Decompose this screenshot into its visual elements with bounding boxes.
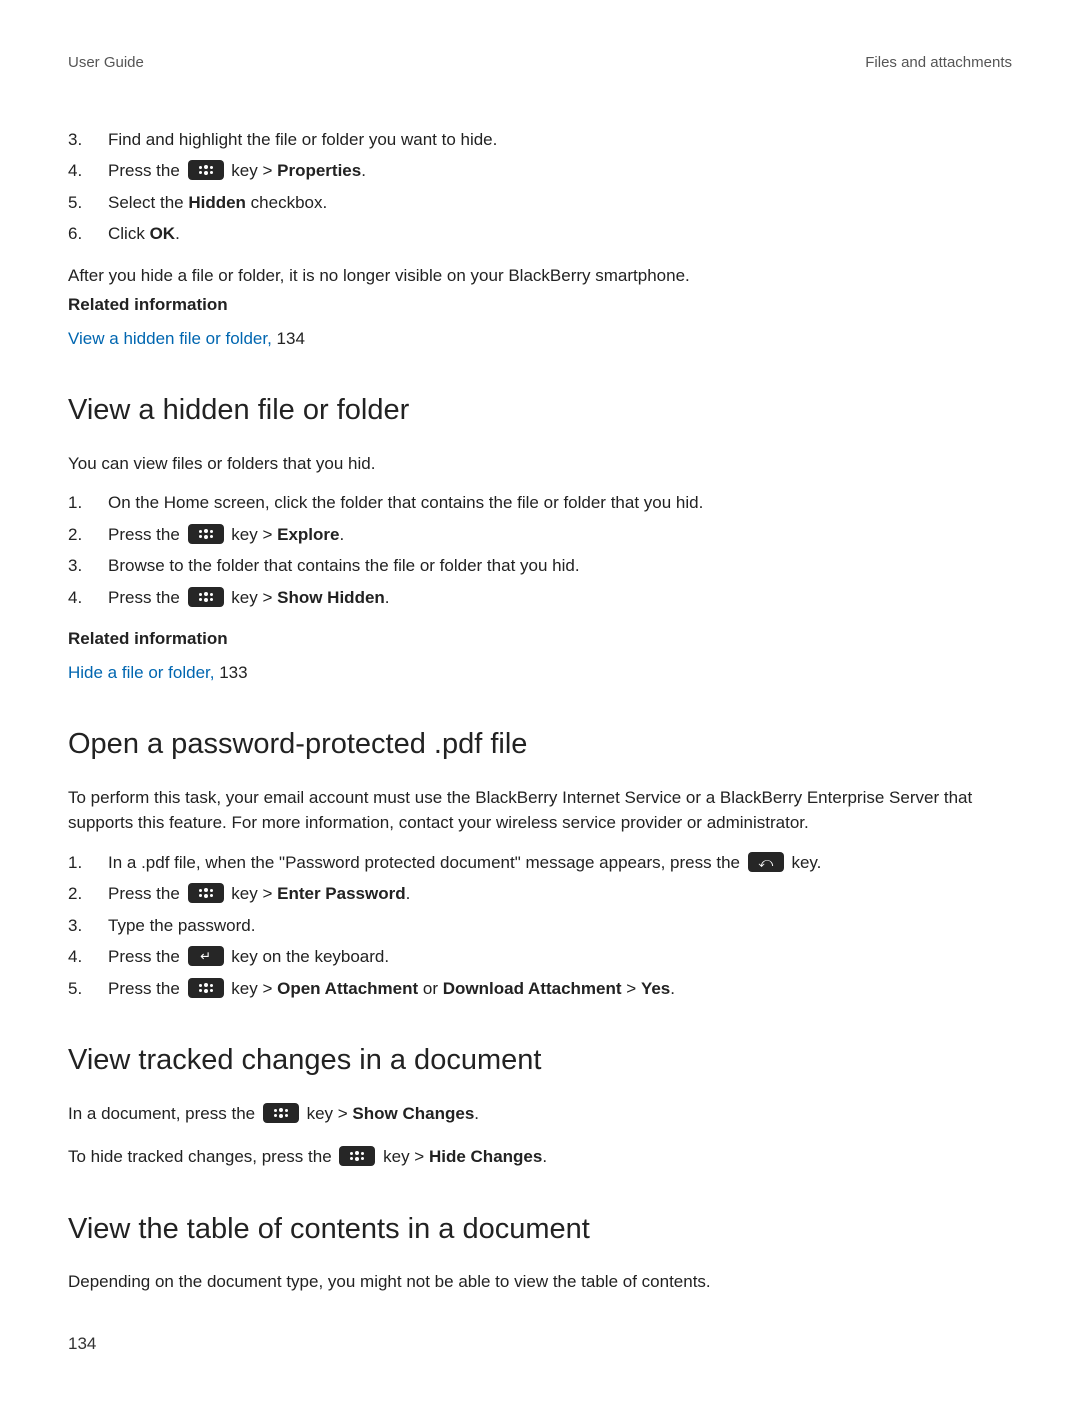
step-text: . xyxy=(361,161,366,180)
link-page-ref: 134 xyxy=(277,329,305,348)
related-info-label: Related information xyxy=(68,292,1012,318)
step-text: checkbox. xyxy=(246,193,327,212)
related-link-line: View a hidden file or folder, 134 xyxy=(68,326,1012,352)
step-bold: Download Attachment xyxy=(443,979,622,998)
enter-key-icon: ↵ xyxy=(188,946,224,966)
open-pdf-steps: In a .pdf file, when the "Password prote… xyxy=(68,850,1012,1002)
step-text: Click xyxy=(108,224,150,243)
section-title-toc: View the table of contents in a document xyxy=(68,1208,1012,1252)
toc-intro: Depending on the document type, you migh… xyxy=(68,1269,1012,1295)
menu-key-icon xyxy=(339,1146,375,1166)
step-bold: Show Changes xyxy=(352,1104,474,1123)
step-text: key > xyxy=(231,161,277,180)
hide-after-note: After you hide a file or folder, it is n… xyxy=(68,263,1012,289)
step-text: key > xyxy=(307,1104,353,1123)
link-page-ref: 133 xyxy=(219,663,247,682)
view-hidden-intro: You can view files or folders that you h… xyxy=(68,451,1012,477)
step-text: Press the xyxy=(108,161,185,180)
list-item: Select the Hidden checkbox. xyxy=(68,190,1012,216)
step-text: . xyxy=(385,588,390,607)
header-right: Files and attachments xyxy=(865,52,1012,75)
menu-key-icon xyxy=(263,1103,299,1123)
list-item: Press the key > Explore. xyxy=(68,522,1012,548)
step-text: To hide tracked changes, press the xyxy=(68,1147,336,1166)
step-text: key > xyxy=(231,588,277,607)
list-item: Type the password. xyxy=(68,913,1012,939)
escape-key-icon: ⤺ xyxy=(748,852,784,872)
tracked-line-2: To hide tracked changes, press the key >… xyxy=(68,1144,1012,1170)
tracked-line-1: In a document, press the key > Show Chan… xyxy=(68,1101,1012,1127)
step-text: Press the xyxy=(108,884,185,903)
section-title-view-hidden: View a hidden file or folder xyxy=(68,389,1012,433)
menu-key-icon xyxy=(188,883,224,903)
step-text: . xyxy=(474,1104,479,1123)
step-bold: Enter Password xyxy=(277,884,406,903)
step-bold: Hidden xyxy=(188,193,246,212)
step-text: . xyxy=(175,224,180,243)
step-text: key > xyxy=(231,979,277,998)
hide-steps-list: Find and highlight the file or folder yo… xyxy=(68,127,1012,247)
menu-key-icon xyxy=(188,524,224,544)
list-item: Find and highlight the file or folder yo… xyxy=(68,127,1012,153)
step-text: . xyxy=(339,525,344,544)
section-title-open-pdf: Open a password-protected .pdf file xyxy=(68,723,1012,767)
view-hidden-link[interactable]: View a hidden file or folder, xyxy=(68,329,277,348)
step-text: key > xyxy=(383,1147,429,1166)
step-text: Press the xyxy=(108,525,185,544)
related-link-line: Hide a file or folder, 133 xyxy=(68,660,1012,686)
step-bold: Explore xyxy=(277,525,339,544)
list-item: Press the key > Show Hidden. xyxy=(68,585,1012,611)
step-bold: Open Attachment xyxy=(277,979,418,998)
step-text: key on the keyboard. xyxy=(231,947,389,966)
hide-file-link[interactable]: Hide a file or folder, xyxy=(68,663,219,682)
step-text: key. xyxy=(791,853,821,872)
step-bold: OK xyxy=(150,224,176,243)
step-bold: Yes xyxy=(641,979,670,998)
list-item: In a .pdf file, when the "Password prote… xyxy=(68,850,1012,876)
step-text: In a document, press the xyxy=(68,1104,260,1123)
step-text: Press the xyxy=(108,947,185,966)
menu-key-icon xyxy=(188,587,224,607)
step-text: Press the xyxy=(108,588,185,607)
step-text: Press the xyxy=(108,979,185,998)
step-text: or xyxy=(418,979,443,998)
step-text: . xyxy=(542,1147,547,1166)
open-pdf-intro: To perform this task, your email account… xyxy=(68,785,1012,836)
step-text: . xyxy=(670,979,675,998)
list-item: On the Home screen, click the folder tha… xyxy=(68,490,1012,516)
step-text: > xyxy=(622,979,641,998)
step-text: key > xyxy=(231,525,277,544)
step-text: . xyxy=(406,884,411,903)
step-text: In a .pdf file, when the "Password prote… xyxy=(108,853,745,872)
list-item: Press the key > Open Attachment or Downl… xyxy=(68,976,1012,1002)
step-bold: Show Hidden xyxy=(277,588,385,607)
related-info-label: Related information xyxy=(68,626,1012,652)
list-item: Click OK. xyxy=(68,221,1012,247)
page-number: 134 xyxy=(68,1331,1012,1357)
section-title-tracked: View tracked changes in a document xyxy=(68,1039,1012,1083)
header-left: User Guide xyxy=(68,52,144,75)
step-bold: Properties xyxy=(277,161,361,180)
view-hidden-steps: On the Home screen, click the folder tha… xyxy=(68,490,1012,610)
list-item: Press the key > Enter Password. xyxy=(68,881,1012,907)
list-item: Press the ↵ key on the keyboard. xyxy=(68,944,1012,970)
step-text: key > xyxy=(231,884,277,903)
list-item: Press the key > Properties. xyxy=(68,158,1012,184)
step-bold: Hide Changes xyxy=(429,1147,542,1166)
page-header: User Guide Files and attachments xyxy=(68,52,1012,75)
menu-key-icon xyxy=(188,160,224,180)
list-item: Browse to the folder that contains the f… xyxy=(68,553,1012,579)
menu-key-icon xyxy=(188,978,224,998)
step-text: Select the xyxy=(108,193,188,212)
